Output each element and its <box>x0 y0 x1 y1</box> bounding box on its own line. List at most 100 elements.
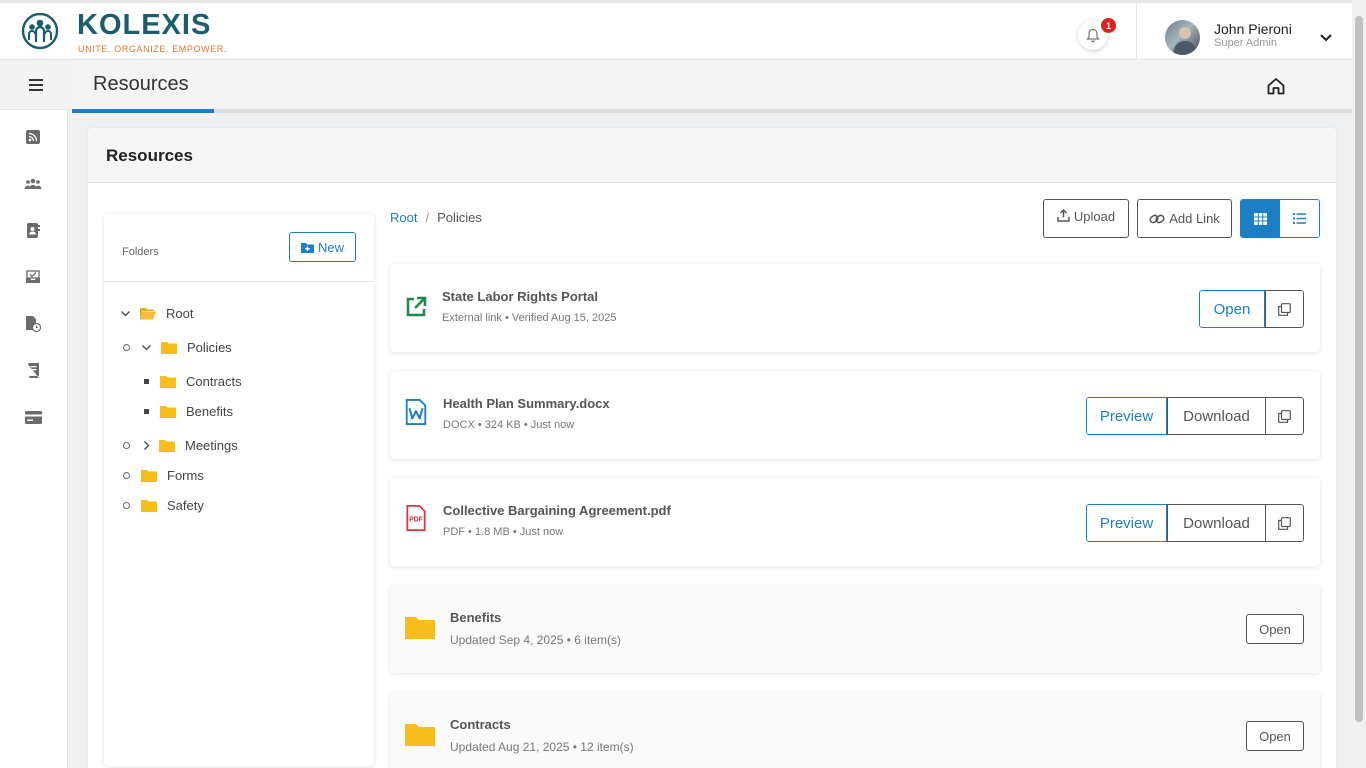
inbox-check-icon <box>26 270 40 283</box>
resource-name[interactable]: State Labor Rights Portal <box>442 289 598 304</box>
tree-item-label: Forms <box>167 467 204 483</box>
tree-bullet <box>123 471 130 479</box>
folders-label: Folders <box>122 246 159 258</box>
chevron-down-icon[interactable] <box>141 342 152 353</box>
preview-button[interactable]: Preview <box>1086 504 1167 542</box>
tree-item-contracts[interactable]: Contracts <box>144 372 242 390</box>
copy-button[interactable] <box>1266 397 1304 435</box>
folder-plus-icon <box>300 242 314 253</box>
add-link-label: Add Link <box>1169 211 1220 226</box>
open-folder-button[interactable]: Open <box>1246 721 1304 751</box>
breadcrumb-separator: / <box>425 210 430 225</box>
add-link-button[interactable]: Add Link <box>1137 199 1232 238</box>
copy-icon <box>1278 409 1291 423</box>
resource-row: State Labor Rights Portal External link … <box>390 264 1320 352</box>
user-role: Super Admin <box>1214 37 1277 49</box>
tree-bullet <box>123 343 130 351</box>
copy-icon <box>1278 302 1291 316</box>
page-title: Resources <box>93 73 189 95</box>
open-button[interactable]: Open <box>1199 290 1265 328</box>
sidebar-item-library[interactable] <box>24 361 42 379</box>
folder-panel: Folders New Root Policies Contracts Bene… <box>104 214 374 766</box>
sidebar-item-contacts[interactable] <box>24 221 42 239</box>
folder-row: Benefits Updated Sep 4, 2025 • 6 item(s)… <box>390 585 1320 673</box>
folder-name[interactable]: Benefits <box>450 610 501 625</box>
resources-card: Resources Folders New Root Policies Cont… <box>88 128 1336 768</box>
chevron-down-icon[interactable] <box>1318 29 1334 45</box>
folder-name[interactable]: Contracts <box>450 717 511 732</box>
brand-name: KOLEXIS <box>77 9 212 41</box>
tree-item-meetings[interactable]: Meetings <box>123 436 238 454</box>
new-folder-label: New <box>317 239 344 255</box>
tree-item-benefits[interactable]: Benefits <box>144 402 233 420</box>
folder-icon <box>160 375 176 388</box>
upload-button[interactable]: Upload <box>1043 199 1129 238</box>
sidebar-item-feed[interactable] <box>24 128 42 146</box>
resource-row: PDF Collective Bargaining Agreement.pdf … <box>390 478 1320 566</box>
download-button[interactable]: Download <box>1167 504 1266 542</box>
chevron-down-icon[interactable] <box>120 308 131 319</box>
user-name: John Pieroni <box>1214 21 1292 37</box>
resource-meta: External link • Verified Aug 15, 2025 <box>442 312 617 324</box>
resource-actions: Preview Download <box>1086 504 1304 542</box>
grid-icon <box>1254 212 1267 225</box>
word-document-icon <box>405 399 427 425</box>
credit-card-icon <box>24 410 42 424</box>
folder-row: Contracts Updated Aug 21, 2025 • 12 item… <box>390 692 1320 768</box>
tree-bullet <box>123 441 130 449</box>
sidebar-item-inbox[interactable] <box>24 268 42 286</box>
bell-icon <box>1086 28 1100 42</box>
page-title-underline <box>72 109 214 113</box>
brand-tagline: UNITE. ORGANIZE. EMPOWER. <box>78 44 228 54</box>
resource-name[interactable]: Health Plan Summary.docx <box>443 396 610 411</box>
home-icon[interactable] <box>1266 76 1286 96</box>
resource-meta: PDF • 1.8 MB • Just now <box>443 526 564 538</box>
folder-icon <box>405 617 435 639</box>
menu-toggle-button[interactable] <box>0 60 72 110</box>
link-icon <box>1149 214 1165 223</box>
sidebar-item-members[interactable] <box>24 175 42 193</box>
chevron-right-icon[interactable] <box>141 440 152 451</box>
tree-item-label: Root <box>166 305 194 321</box>
copy-icon <box>1278 516 1291 530</box>
tree-item-policies[interactable]: Policies <box>123 338 232 356</box>
avatar[interactable] <box>1165 20 1200 55</box>
preview-button[interactable]: Preview <box>1086 397 1167 435</box>
resource-row: Health Plan Summary.docx DOCX • 324 KB •… <box>390 371 1320 459</box>
resource-name[interactable]: Collective Bargaining Agreement.pdf <box>443 503 671 518</box>
folder-icon <box>159 439 175 452</box>
tree-item-forms[interactable]: Forms <box>123 466 204 484</box>
book-icon <box>27 362 39 378</box>
view-toggle <box>1240 199 1320 238</box>
sidebar-rail <box>0 60 72 768</box>
folder-open-icon <box>140 307 156 319</box>
folder-icon <box>160 405 176 418</box>
new-folder-button[interactable]: New <box>289 232 356 262</box>
copy-button[interactable] <box>1266 504 1304 542</box>
external-link-icon <box>406 296 427 317</box>
folder-icon <box>405 724 435 746</box>
resource-actions: Preview Download <box>1086 397 1304 435</box>
hamburger-icon <box>29 78 43 91</box>
breadcrumb-current: Policies <box>437 210 482 225</box>
sidebar-item-documents[interactable] <box>24 315 42 333</box>
list-view-button[interactable] <box>1280 200 1319 237</box>
open-folder-button[interactable]: Open <box>1246 614 1304 644</box>
resource-meta: DOCX • 324 KB • Just now <box>443 419 575 431</box>
grid-view-button[interactable] <box>1241 200 1280 237</box>
sidebar-item-payments[interactable] <box>24 408 42 426</box>
list-icon <box>1293 213 1306 224</box>
copy-button[interactable] <box>1265 290 1304 328</box>
download-button[interactable]: Download <box>1167 397 1266 435</box>
page-scrollbar[interactable] <box>1352 0 1366 768</box>
tree-item-safety[interactable]: Safety <box>123 496 204 514</box>
scrollbar-thumb[interactable] <box>1355 16 1363 722</box>
tree-bullet <box>123 501 130 509</box>
breadcrumb-root-link[interactable]: Root <box>390 210 417 225</box>
breadcrumb: Root / Policies <box>390 210 482 225</box>
page-header: Resources <box>72 60 1352 113</box>
tree-item-label: Contracts <box>186 373 242 389</box>
folder-icon <box>161 341 177 354</box>
folder-meta: Updated Aug 21, 2025 • 12 item(s) <box>450 740 634 754</box>
tree-item-root[interactable]: Root <box>120 304 193 322</box>
